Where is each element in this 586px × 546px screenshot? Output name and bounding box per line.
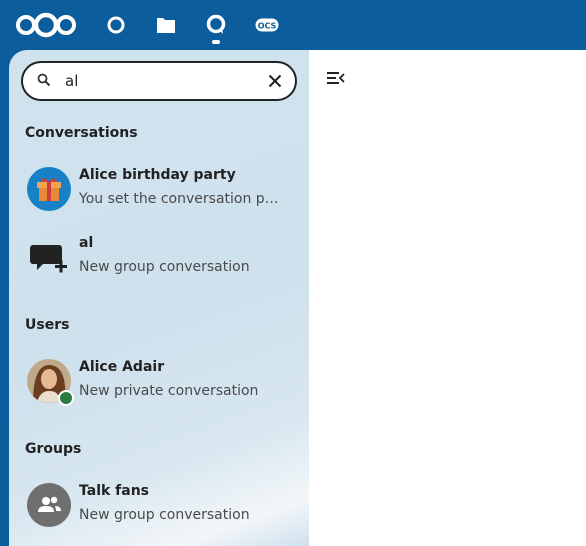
search-box — [21, 61, 297, 101]
conversations-heading: Conversations — [25, 125, 138, 141]
folder-icon — [157, 18, 175, 33]
group-name: Talk fans — [79, 483, 150, 499]
talk-app-button[interactable] — [202, 11, 230, 39]
ocs-label: OCS — [258, 22, 277, 31]
circle-icon — [107, 16, 125, 34]
gift-icon — [37, 178, 61, 201]
conversation-subtitle: New group conversation — [79, 259, 250, 275]
dashboard-app-button[interactable] — [102, 11, 130, 39]
user-item[interactable]: Alice Adair New private conversation — [17, 351, 301, 411]
group-icon — [38, 496, 61, 512]
user-avatar — [27, 359, 74, 406]
search-icon — [37, 73, 51, 87]
active-app-indicator — [212, 40, 220, 44]
clear-search-button[interactable] — [265, 71, 285, 91]
close-icon — [268, 74, 282, 88]
search-input[interactable] — [65, 69, 255, 93]
group-subtitle: New group conversation — [79, 507, 250, 523]
users-heading: Users — [25, 317, 70, 333]
top-bar: OCS — [0, 0, 586, 50]
group-item[interactable]: Talk fans New group conversation — [17, 475, 301, 535]
ocs-app-button[interactable]: OCS — [252, 11, 282, 39]
conversation-title: al — [79, 235, 94, 251]
new-conversation-icon — [30, 245, 67, 273]
main-content — [309, 50, 586, 546]
user-name: Alice Adair — [79, 359, 165, 375]
conversation-subtitle: You set the conversation picture — [79, 191, 281, 207]
conversation-title: Alice birthday party — [79, 167, 236, 183]
online-status-badge — [58, 390, 74, 406]
user-subtitle: New private conversation — [79, 383, 259, 399]
menu-close-icon — [327, 72, 345, 84]
conversation-item[interactable]: al New group conversation — [17, 227, 301, 287]
ocs-icon: OCS — [255, 18, 279, 32]
conversation-item[interactable]: Alice birthday party You set the convers… — [17, 159, 301, 219]
conversation-avatar — [27, 167, 71, 211]
toggle-navigation-button[interactable] — [327, 70, 351, 90]
talk-icon — [206, 14, 226, 34]
group-avatar — [27, 483, 71, 527]
files-app-button[interactable] — [152, 11, 180, 39]
conversation-navigation: Conversations Alice birthday party You s… — [9, 50, 309, 546]
conversation-avatar — [27, 235, 71, 279]
groups-heading: Groups — [25, 441, 82, 457]
nextcloud-logo[interactable] — [14, 11, 78, 39]
